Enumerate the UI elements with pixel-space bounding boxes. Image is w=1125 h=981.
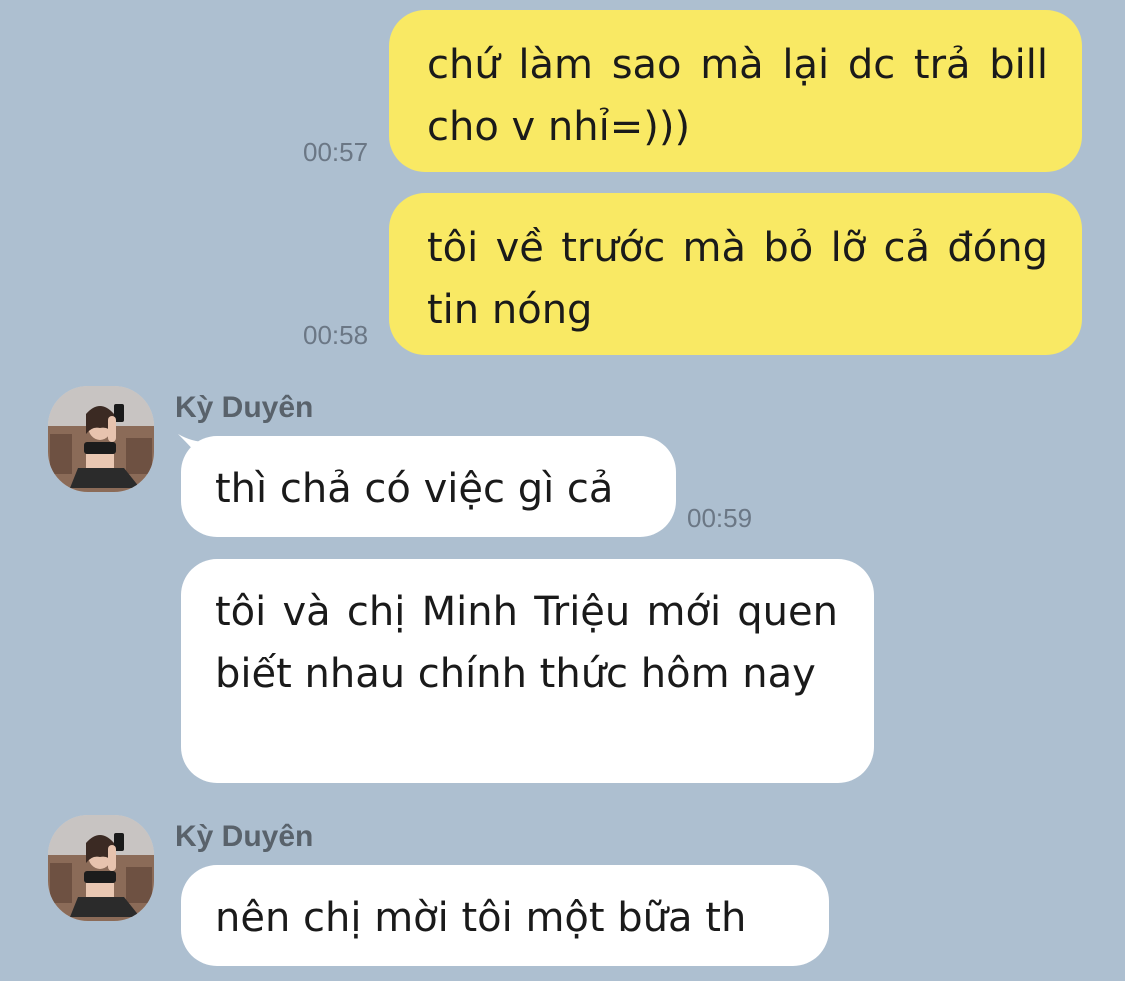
message-timestamp: 00:58 bbox=[303, 320, 369, 350]
incoming-message-bubble[interactable]: nên chị mời tôi một bữa th bbox=[181, 865, 829, 966]
incoming-message-bubble[interactable]: tôi và chị Minh Triệu mới quen biết nhau… bbox=[181, 559, 874, 783]
sender-name: Kỳ Duyên bbox=[175, 820, 314, 853]
sender-name: Kỳ Duyên bbox=[175, 391, 314, 424]
avatar-photo-icon bbox=[48, 815, 154, 921]
chat-thread[interactable]: 00:57 chứ làm sao mà lại dc trả bill cho… bbox=[0, 0, 1125, 981]
avatar-photo-icon bbox=[48, 386, 154, 492]
sender-avatar[interactable] bbox=[48, 815, 154, 921]
outgoing-message-bubble[interactable]: tôi về trước mà bỏ lỡ cả đóng tin nóng bbox=[389, 193, 1082, 355]
sender-avatar[interactable] bbox=[48, 386, 154, 492]
incoming-message-bubble[interactable]: thì chả có việc gì cả bbox=[181, 436, 676, 537]
outgoing-message-bubble[interactable]: chứ làm sao mà lại dc trả bill cho v nhỉ… bbox=[389, 10, 1082, 172]
message-timestamp: 00:57 bbox=[303, 137, 369, 167]
message-timestamp: 00:59 bbox=[687, 503, 753, 533]
